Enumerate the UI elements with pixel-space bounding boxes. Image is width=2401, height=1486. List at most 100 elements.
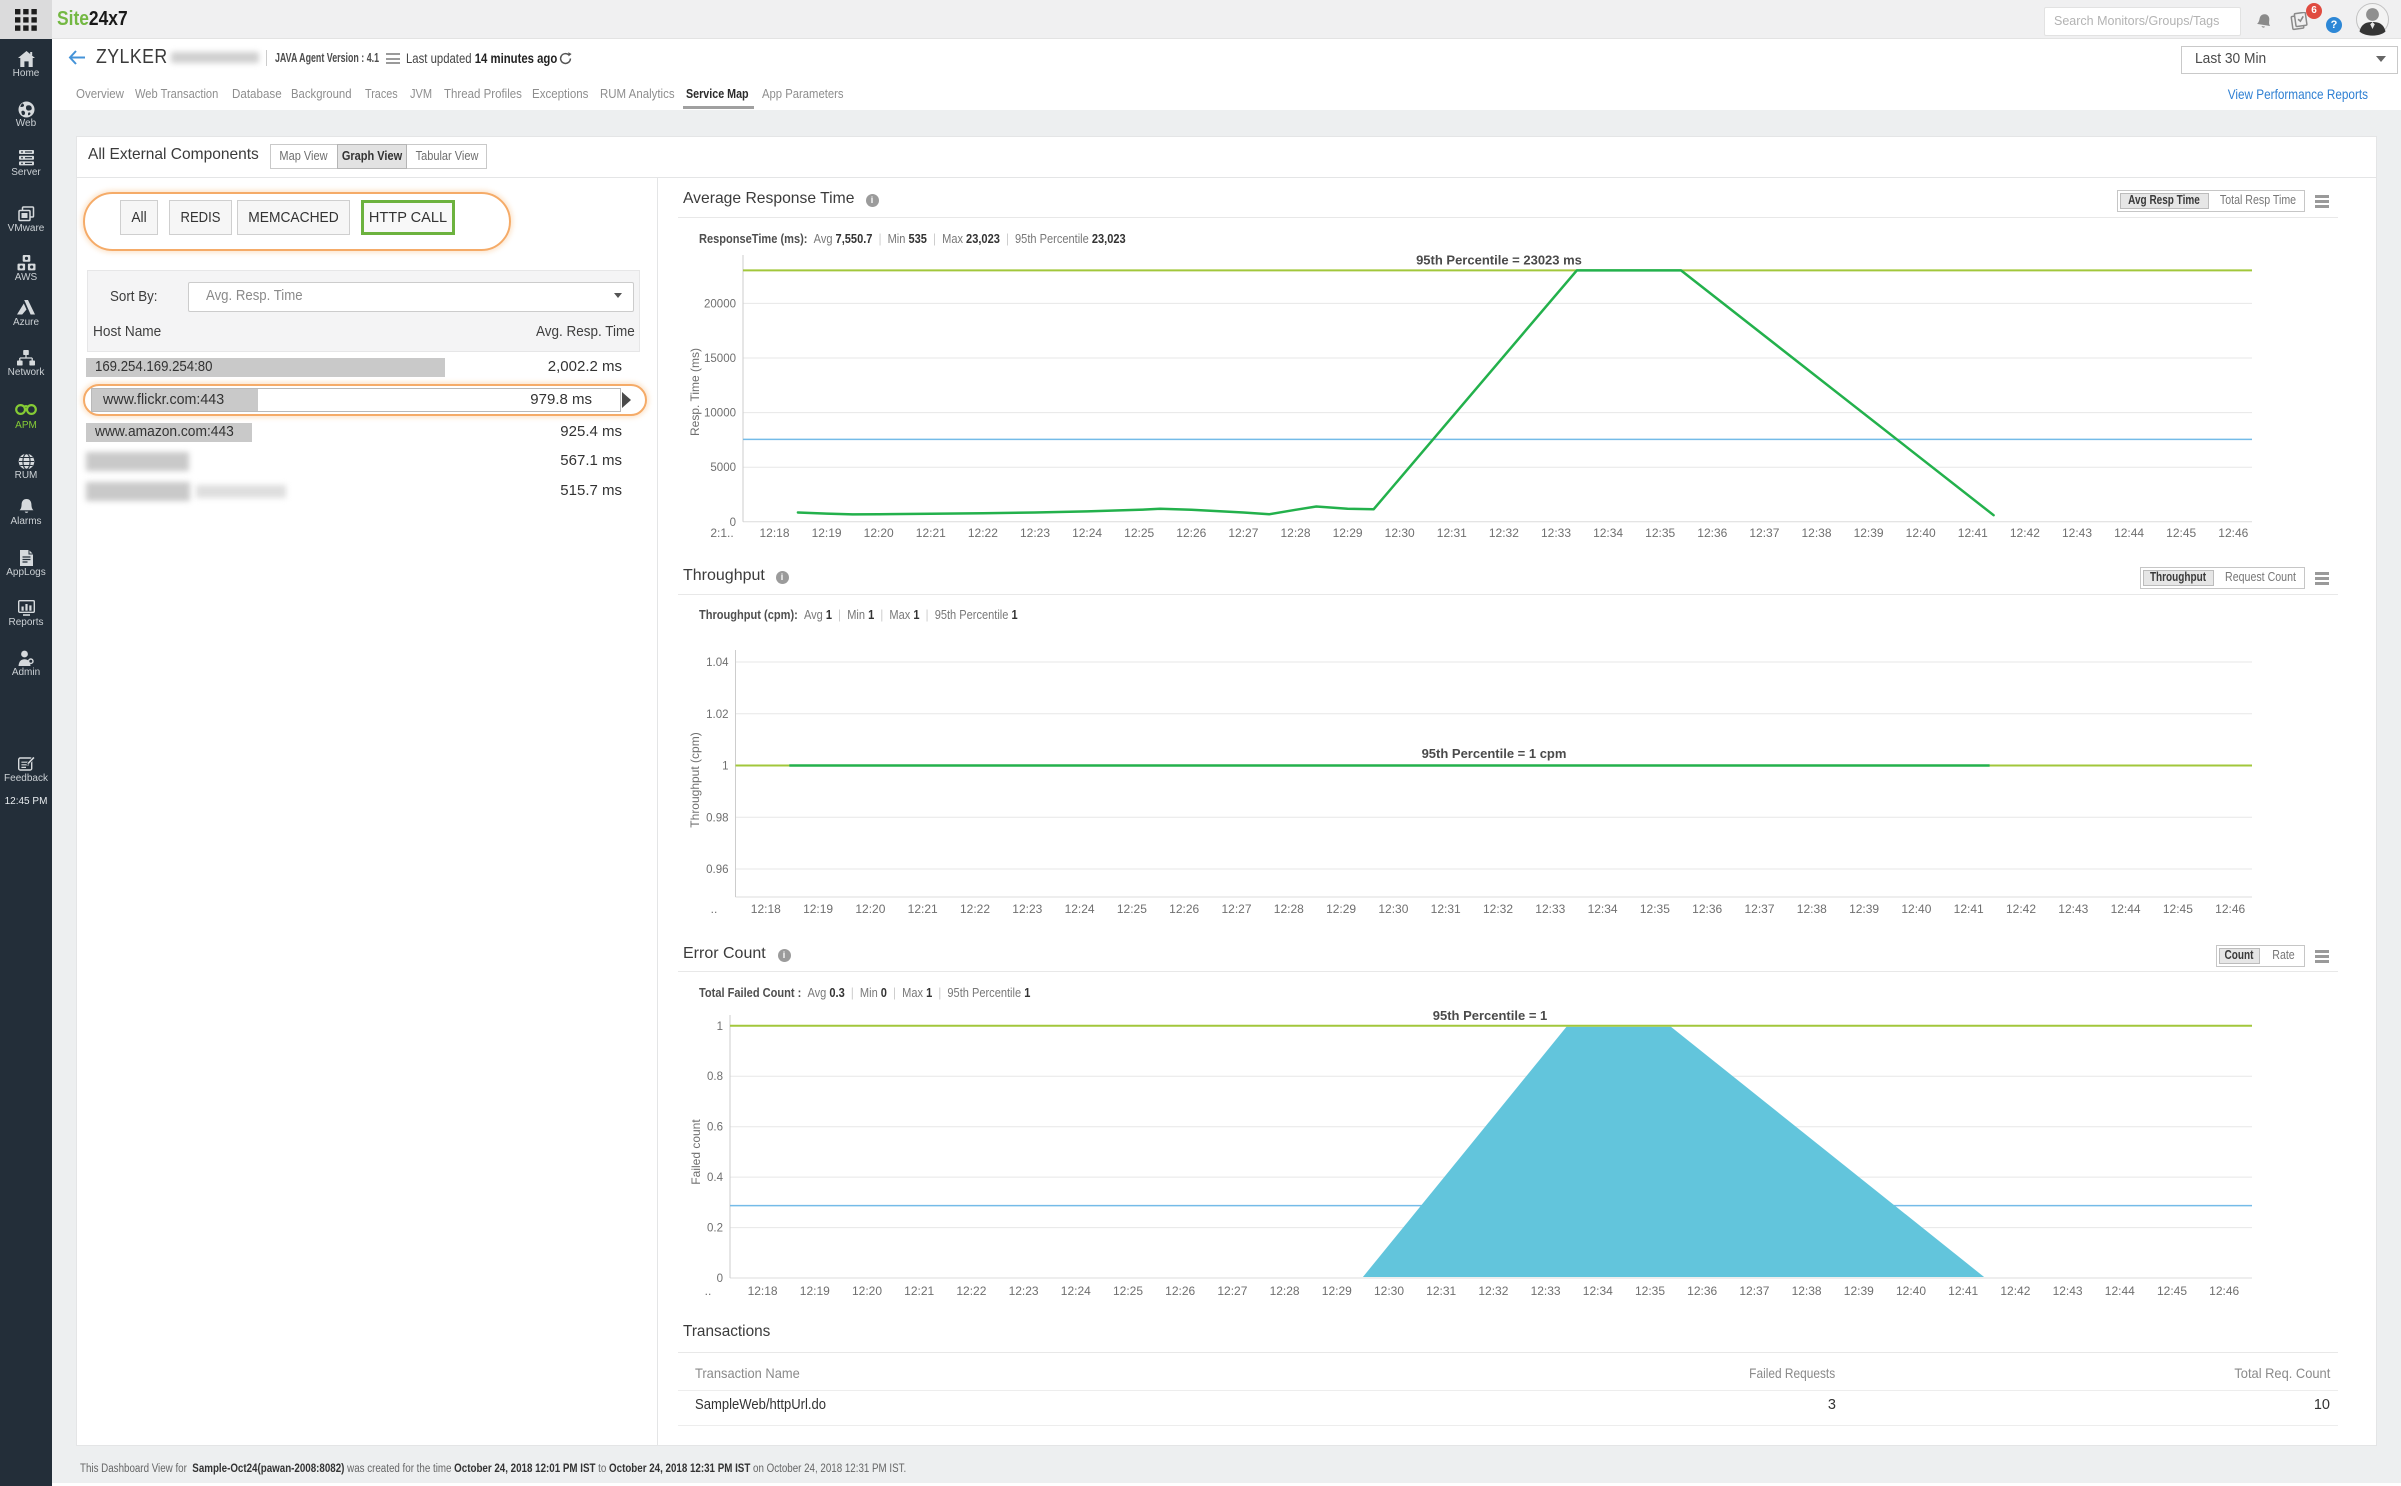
svg-text:12:23: 12:23 xyxy=(1012,902,1042,916)
svg-text:12:25: 12:25 xyxy=(1124,526,1154,540)
svg-text:12:30: 12:30 xyxy=(1378,902,1408,916)
svg-text:Resp. Time (ms): Resp. Time (ms) xyxy=(688,348,702,436)
svg-text:12:19: 12:19 xyxy=(803,902,833,916)
svg-text:12:33: 12:33 xyxy=(1541,526,1571,540)
svg-text:12:22: 12:22 xyxy=(960,902,990,916)
svg-text:12:32: 12:32 xyxy=(1478,1284,1508,1298)
svg-text:12:46: 12:46 xyxy=(2209,1284,2239,1298)
svg-text:12:36: 12:36 xyxy=(1692,902,1722,916)
svg-text:12:27: 12:27 xyxy=(1228,526,1258,540)
svg-text:12:20: 12:20 xyxy=(864,526,894,540)
svg-text:12:22: 12:22 xyxy=(956,1284,986,1298)
svg-text:12:24: 12:24 xyxy=(1072,526,1102,540)
svg-text:12:43: 12:43 xyxy=(2058,902,2088,916)
svg-text:5000: 5000 xyxy=(710,462,736,474)
svg-text:12:45: 12:45 xyxy=(2166,526,2196,540)
svg-text:12:40: 12:40 xyxy=(1906,526,1936,540)
svg-text:12:20: 12:20 xyxy=(855,902,885,916)
svg-text:12:26: 12:26 xyxy=(1169,902,1199,916)
svg-text:12:38: 12:38 xyxy=(1801,526,1831,540)
svg-text:12:22: 12:22 xyxy=(968,526,998,540)
svg-text:1: 1 xyxy=(717,1021,723,1033)
svg-text:12:26: 12:26 xyxy=(1176,526,1206,540)
svg-text:12:39: 12:39 xyxy=(1849,902,1879,916)
svg-text:12:35: 12:35 xyxy=(1640,902,1670,916)
svg-text:12:31: 12:31 xyxy=(1437,526,1467,540)
svg-text:12:38: 12:38 xyxy=(1797,902,1827,916)
svg-text:12:46: 12:46 xyxy=(2215,902,2245,916)
svg-text:12:42: 12:42 xyxy=(2000,1284,2030,1298)
svg-text:12:21: 12:21 xyxy=(916,526,946,540)
svg-text:12:35: 12:35 xyxy=(1635,1284,1665,1298)
svg-text:12:35: 12:35 xyxy=(1645,526,1675,540)
svg-text:0.8: 0.8 xyxy=(707,1071,723,1083)
svg-text:12:43: 12:43 xyxy=(2053,1284,2083,1298)
svg-text:12:28: 12:28 xyxy=(1280,526,1310,540)
svg-text:12:45: 12:45 xyxy=(2163,902,2193,916)
svg-text:12:20: 12:20 xyxy=(852,1284,882,1298)
svg-text:12:39: 12:39 xyxy=(1854,526,1884,540)
svg-text:12:23: 12:23 xyxy=(1009,1284,1039,1298)
svg-text:12:41: 12:41 xyxy=(1954,902,1984,916)
svg-text:12:24: 12:24 xyxy=(1061,1284,1091,1298)
svg-text:12:18: 12:18 xyxy=(751,902,781,916)
svg-text:Throughput (cpm): Throughput (cpm) xyxy=(688,732,702,827)
svg-text:12:39: 12:39 xyxy=(1844,1284,1874,1298)
svg-text:12:19: 12:19 xyxy=(800,1284,830,1298)
svg-text:20000: 20000 xyxy=(704,298,736,310)
svg-text:12:42: 12:42 xyxy=(2010,526,2040,540)
svg-text:12:34: 12:34 xyxy=(1593,526,1623,540)
svg-text:0.6: 0.6 xyxy=(707,1122,723,1134)
svg-text:12:32: 12:32 xyxy=(1483,902,1513,916)
svg-text:0.4: 0.4 xyxy=(707,1172,724,1184)
svg-text:12:38: 12:38 xyxy=(1792,1284,1822,1298)
svg-text:12:34: 12:34 xyxy=(1588,902,1618,916)
svg-text:0.2: 0.2 xyxy=(707,1223,723,1235)
svg-text:0.96: 0.96 xyxy=(706,864,728,876)
svg-text:95th Percentile = 1 cpm: 95th Percentile = 1 cpm xyxy=(1422,746,1567,761)
svg-text:12:37: 12:37 xyxy=(1749,526,1779,540)
svg-text:12:18: 12:18 xyxy=(748,1284,778,1298)
svg-text:1: 1 xyxy=(722,761,728,773)
svg-text:12:41: 12:41 xyxy=(1948,1284,1978,1298)
svg-text:..: .. xyxy=(711,902,718,916)
svg-text:12:27: 12:27 xyxy=(1217,1284,1247,1298)
svg-text:12:37: 12:37 xyxy=(1744,902,1774,916)
svg-text:12:29: 12:29 xyxy=(1322,1284,1352,1298)
svg-text:12:25: 12:25 xyxy=(1117,902,1147,916)
svg-text:95th Percentile = 1: 95th Percentile = 1 xyxy=(1433,1008,1548,1023)
svg-text:12:34: 12:34 xyxy=(1583,1284,1613,1298)
svg-text:12:37: 12:37 xyxy=(1739,1284,1769,1298)
svg-text:..: .. xyxy=(705,1284,712,1298)
svg-text:1.02: 1.02 xyxy=(706,709,728,721)
svg-text:12:21: 12:21 xyxy=(908,902,938,916)
svg-text:12:24: 12:24 xyxy=(1065,902,1095,916)
svg-text:10000: 10000 xyxy=(704,408,736,420)
svg-text:12:33: 12:33 xyxy=(1535,902,1565,916)
svg-text:0.98: 0.98 xyxy=(706,812,728,824)
svg-text:95th Percentile = 23023 ms: 95th Percentile = 23023 ms xyxy=(1416,252,1582,267)
svg-text:12:21: 12:21 xyxy=(904,1284,934,1298)
svg-text:12:36: 12:36 xyxy=(1687,1284,1717,1298)
svg-text:12:26: 12:26 xyxy=(1165,1284,1195,1298)
svg-text:12:42: 12:42 xyxy=(2006,902,2036,916)
svg-text:12:44: 12:44 xyxy=(2114,526,2144,540)
svg-text:12:45: 12:45 xyxy=(2157,1284,2187,1298)
svg-text:12:31: 12:31 xyxy=(1431,902,1461,916)
svg-text:12:18: 12:18 xyxy=(759,526,789,540)
svg-text:12:31: 12:31 xyxy=(1426,1284,1456,1298)
svg-text:12:36: 12:36 xyxy=(1697,526,1727,540)
svg-text:1.04: 1.04 xyxy=(706,657,729,669)
svg-text:12:23: 12:23 xyxy=(1020,526,1050,540)
svg-text:Failed count: Failed count xyxy=(689,1119,703,1185)
svg-text:12:32: 12:32 xyxy=(1489,526,1519,540)
svg-text:12:46: 12:46 xyxy=(2218,526,2248,540)
svg-text:12:30: 12:30 xyxy=(1374,1284,1404,1298)
svg-text:12:27: 12:27 xyxy=(1221,902,1251,916)
svg-text:12:40: 12:40 xyxy=(1896,1284,1926,1298)
svg-text:12:44: 12:44 xyxy=(2105,1284,2135,1298)
svg-text:12:25: 12:25 xyxy=(1113,1284,1143,1298)
svg-text:12:33: 12:33 xyxy=(1531,1284,1561,1298)
svg-text:12:29: 12:29 xyxy=(1326,902,1356,916)
svg-text:12:28: 12:28 xyxy=(1274,902,1304,916)
